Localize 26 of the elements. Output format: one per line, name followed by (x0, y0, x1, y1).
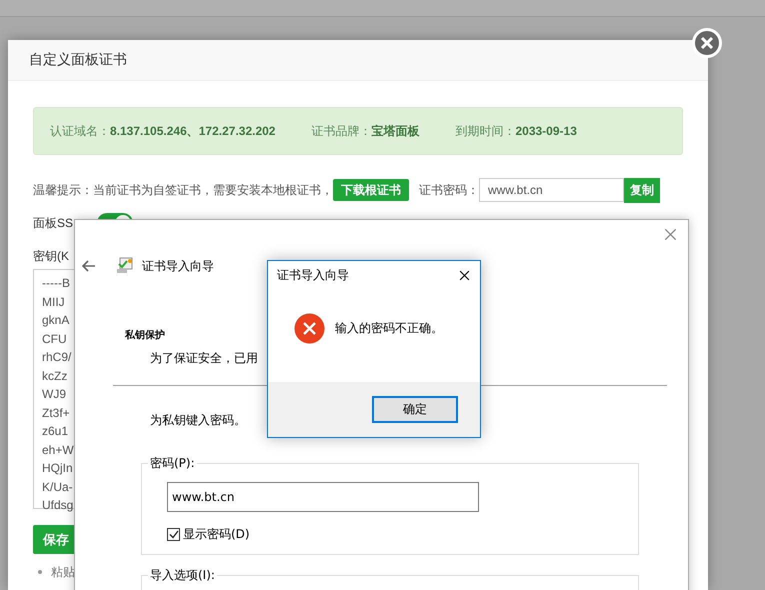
checkbox-label: 显示密码(D) (183, 526, 250, 543)
dialog-title: 自定义面板证书 (29, 51, 127, 69)
cert-info-text: 证书品牌：宝塔面板 (311, 122, 420, 140)
wizard-title: 证书导入向导 (142, 258, 214, 274)
password-field[interactable]: www.bt.cn (479, 178, 624, 202)
error-message: 输入的密码不正确。 (335, 320, 443, 337)
ok-button[interactable]: 确定 (372, 396, 458, 423)
password-field[interactable]: www.bt.cn (167, 482, 479, 512)
section-title: 私钥保护 (125, 328, 165, 342)
cert-info-text: 到期时间：2033-09-13 (455, 122, 577, 140)
certificate-icon (116, 257, 134, 275)
section-description: 为了保证安全，已用 (150, 350, 258, 367)
key-label: 密钥(K (33, 248, 70, 265)
password-label: 证书密码： (419, 182, 479, 198)
close-icon[interactable] (459, 270, 470, 280)
show-password-checkbox[interactable] (167, 528, 180, 541)
prompt-text: 为私钥键入密码。 (150, 412, 246, 429)
error-icon (294, 313, 325, 344)
tip-text: 温馨提示：当前证书为自签证书，需要安装本地根证书， (33, 182, 333, 198)
group-label: 密码(P): (148, 455, 197, 472)
dialog-title: 证书导入向导 (277, 266, 349, 284)
back-arrow-icon[interactable] (82, 260, 96, 272)
ssl-label: 面板SS (33, 214, 74, 232)
cert-info-text: 认证域名：8.137.105.246、172.27.32.202 (50, 122, 276, 140)
group-label: 导入选项(I): (148, 567, 217, 584)
note-text: 粘贴 (51, 565, 75, 579)
